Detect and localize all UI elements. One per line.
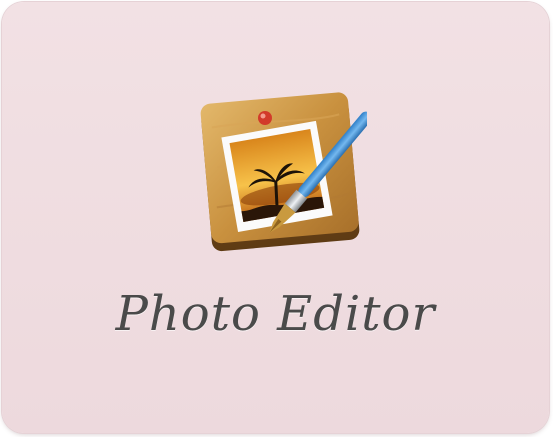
- app-name: Photo Editor: [115, 286, 436, 342]
- app-tile[interactable]: Photo Editor: [2, 2, 549, 436]
- photo-editor-icon: [200, 92, 367, 252]
